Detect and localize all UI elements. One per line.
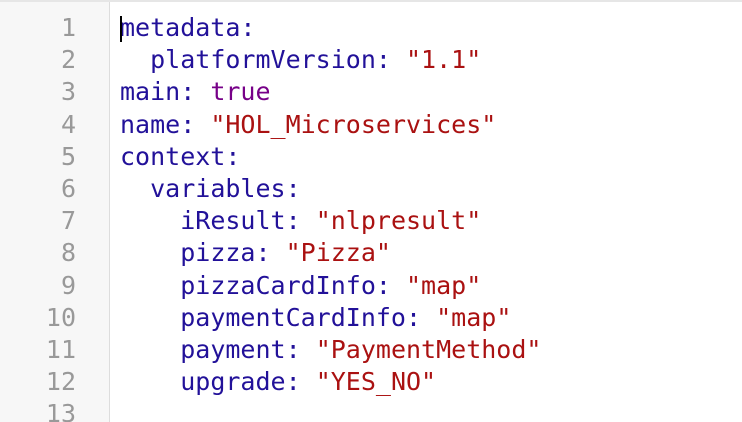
line-number: 7 [60,206,76,236]
code-line[interactable]: upgrade: "YES_NO" [120,366,742,398]
yaml-key: paymentCardInfo [180,302,406,332]
line-number: 5 [60,141,76,171]
yaml-separator: : [285,334,316,364]
yaml-value: "nlpresult" [315,206,482,236]
yaml-separator: : [285,206,316,236]
code-line[interactable]: iResult: "nlpresult" [120,205,742,237]
yaml-separator: : [255,238,286,268]
code-line[interactable]: name: "HOL_Microservices" [120,109,742,141]
yaml-key: variables [150,173,286,203]
code-editor[interactable]: 1 2 3 4 5 6 7 8 9 10 11 12 13 metadata: platformVers… [0,0,742,422]
code-line[interactable] [120,398,742,422]
code-line[interactable]: main: true [120,76,742,108]
yaml-key: upgrade [180,367,286,397]
yaml-separator: : [375,45,406,75]
code-line[interactable]: metadata: [120,12,742,44]
yaml-key: platformVersion [150,45,376,75]
yaml-separator: : [406,302,437,332]
line-number: 13 [45,399,76,422]
yaml-separator: : [180,109,211,139]
yaml-key: payment [180,334,286,364]
code-line[interactable]: variables: [120,173,742,205]
yaml-key: main [120,77,181,107]
yaml-separator: : [375,270,406,300]
yaml-value: "Pizza" [285,238,391,268]
yaml-key: pizza [180,238,256,268]
yaml-key: metadata [120,13,241,42]
line-number: 6 [60,173,76,203]
yaml-key: iResult [180,206,286,236]
line-number: 1 [60,13,76,42]
yaml-value: "map" [436,302,512,332]
line-number-gutter: 1 2 3 4 5 6 7 8 9 10 11 12 13 [0,0,110,422]
yaml-value: "HOL_Microservices" [210,109,497,139]
line-number: 4 [60,109,76,139]
yaml-separator: : [240,13,256,42]
line-number: 3 [60,77,76,107]
yaml-separator: : [285,173,301,203]
yaml-value: "PaymentMethod" [315,334,542,364]
line-number: 2 [60,45,76,75]
text-caret [120,16,122,42]
yaml-value: "1.1" [406,45,482,75]
yaml-separator: : [180,77,211,107]
yaml-key: context [120,141,226,171]
yaml-separator: : [285,367,316,397]
yaml-value: true [210,77,271,107]
code-line[interactable]: paymentCardInfo: "map" [120,302,742,334]
code-line[interactable]: pizza: "Pizza" [120,237,742,269]
yaml-value: "YES_NO" [315,367,437,397]
code-line[interactable]: context: [120,141,742,173]
code-line[interactable]: platformVersion: "1.1" [120,44,742,76]
yaml-separator: : [225,141,241,171]
line-number: 12 [45,367,76,397]
code-line[interactable]: pizzaCardInfo: "map" [120,270,742,302]
line-number: 8 [60,238,76,268]
line-number: 10 [45,302,76,332]
yaml-value: "map" [406,270,482,300]
code-line[interactable]: payment: "PaymentMethod" [120,334,742,366]
code-area[interactable]: metadata: platformVersion: "1.1" main: tr… [110,0,742,422]
yaml-key: pizzaCardInfo [180,270,376,300]
line-number: 9 [60,270,76,300]
yaml-key: name [120,109,181,139]
line-number: 11 [45,334,76,364]
